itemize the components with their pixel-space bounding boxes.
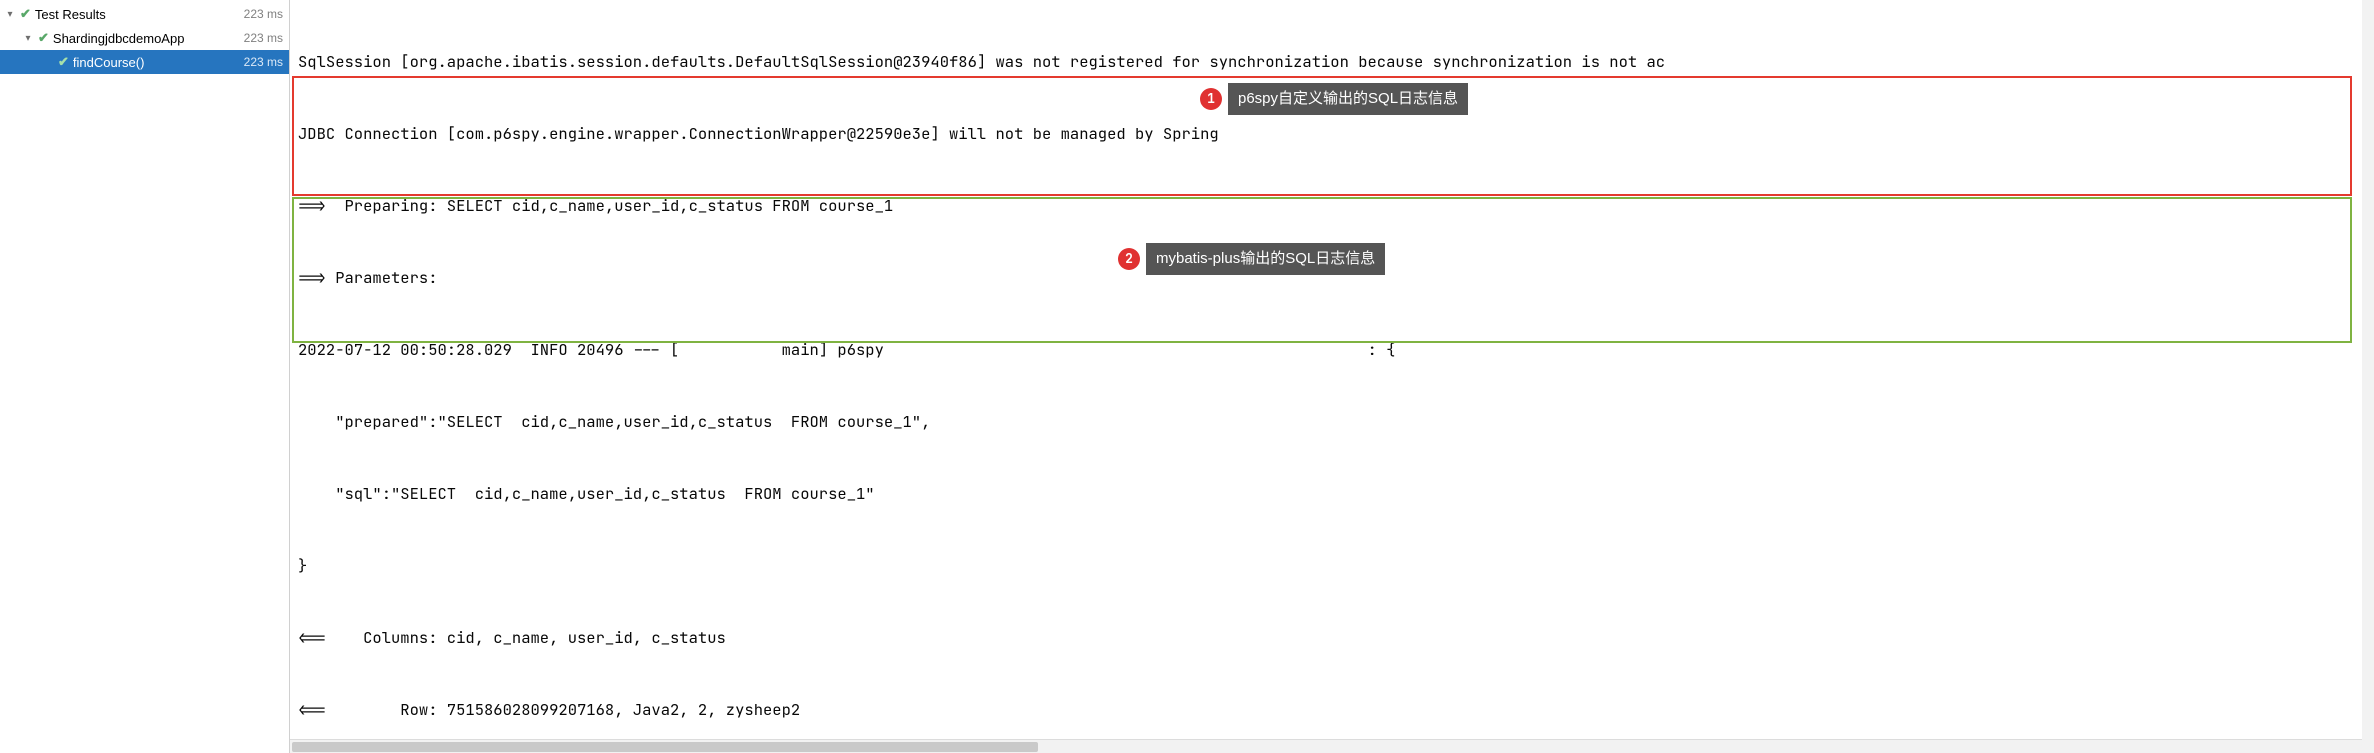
pass-icon: ✔ — [38, 30, 49, 46]
test-runner-panel: ▾ ✔ Test Results 223 ms ▾ ✔ Shardingjdbc… — [0, 0, 2374, 753]
log-line: <== Columns: cid, c_name, user_id, c_sta… — [298, 626, 2374, 650]
test-results-root[interactable]: ▾ ✔ Test Results 223 ms — [0, 2, 289, 26]
log-line: SqlSession [org.apache.ibatis.session.de… — [298, 50, 2374, 74]
horizontal-scrollbar[interactable] — [290, 739, 2362, 753]
log-line: ==> Preparing: SELECT cid,c_name,user_id… — [298, 194, 2374, 218]
test-method-node[interactable]: ✔ findCourse() 223 ms — [0, 50, 289, 74]
log-line: "sql":"SELECT cid,c_name,user_id,c_statu… — [298, 482, 2374, 506]
log-line: "prepared":"SELECT cid,c_name,user_id,c_… — [298, 410, 2374, 434]
test-tree-sidebar: ▾ ✔ Test Results 223 ms ▾ ✔ Shardingjdbc… — [0, 0, 290, 753]
pass-icon: ✔ — [20, 6, 31, 22]
log-line: ==> Parameters: — [298, 266, 2374, 290]
tree-app-time: 223 ms — [244, 31, 289, 45]
chevron-down-icon: ▾ — [4, 9, 16, 20]
callout-badge-icon: 1 — [1200, 88, 1222, 110]
log-line: 2022-07-12 00:50:28.029 INFO 20496 --- [… — [298, 338, 2374, 362]
log-line: } — [298, 554, 2374, 578]
tree-method-time: 223 ms — [244, 55, 289, 69]
log-line: <== Row: 751586028099207168, Java2, 2, z… — [298, 698, 2374, 722]
vertical-scrollbar[interactable] — [2362, 0, 2374, 753]
test-class-node[interactable]: ▾ ✔ ShardingjdbcdemoApp 223 ms — [0, 26, 289, 50]
tree-root-time: 223 ms — [244, 7, 289, 21]
tree-root-label: Test Results — [35, 7, 106, 22]
chevron-down-icon: ▾ — [22, 33, 34, 44]
callout-1: 1 p6spy自定义输出的SQL日志信息 — [1200, 84, 1468, 114]
tree-method-label: findCourse() — [73, 55, 145, 70]
log-line: JDBC Connection [com.p6spy.engine.wrappe… — [298, 122, 2374, 146]
console-output[interactable]: SqlSession [org.apache.ibatis.session.de… — [290, 0, 2374, 753]
pass-icon: ✔ — [58, 54, 69, 70]
callout-1-label: p6spy自定义输出的SQL日志信息 — [1228, 83, 1468, 115]
tree-app-label: ShardingjdbcdemoApp — [53, 31, 185, 46]
